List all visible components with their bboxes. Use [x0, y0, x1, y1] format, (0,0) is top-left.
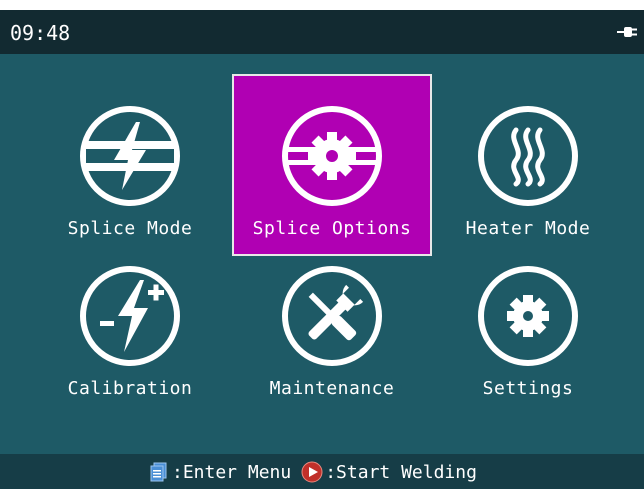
menu-key-hint: :Enter Menu — [172, 461, 292, 483]
menu-item-label: Heater Mode — [465, 218, 591, 239]
menu-item-label: Settings — [482, 378, 574, 399]
menu-item-label: Maintenance — [269, 378, 395, 399]
device-screen: 09:48 Splice Mode Splice Options Heater … — [0, 10, 644, 489]
menu-item-splice-mode[interactable]: Splice Mode — [30, 74, 230, 256]
menu-item-label: Splice Options — [252, 218, 412, 239]
menu-item-splice-options[interactable]: Splice Options — [232, 74, 432, 256]
start-key-icon — [301, 461, 323, 483]
menu-item-label: Calibration — [67, 378, 193, 399]
menu-item-heater-mode[interactable]: Heater Mode — [428, 74, 628, 256]
menu-item-label: Splice Mode — [67, 218, 193, 239]
calibration-icon — [78, 264, 182, 368]
menu-key-icon — [148, 461, 170, 483]
settings-gear-icon — [476, 264, 580, 368]
status-bar: 09:48 — [0, 10, 644, 54]
key-hint-bar: :Enter Menu :Start Welding — [0, 454, 644, 489]
power-plug-icon — [616, 24, 638, 40]
start-key-hint: :Start Welding — [325, 461, 477, 483]
heater-icon — [476, 104, 580, 208]
menu-item-calibration[interactable]: Calibration — [30, 244, 230, 426]
clock: 09:48 — [10, 21, 71, 45]
menu-item-settings[interactable]: Settings — [428, 244, 628, 426]
splice-mode-icon — [78, 104, 182, 208]
menu-item-maintenance[interactable]: Maintenance — [232, 244, 432, 426]
main-menu-grid: Splice Mode Splice Options Heater Mode C… — [0, 54, 644, 432]
maintenance-icon — [280, 264, 384, 368]
splice-options-icon — [280, 104, 384, 208]
